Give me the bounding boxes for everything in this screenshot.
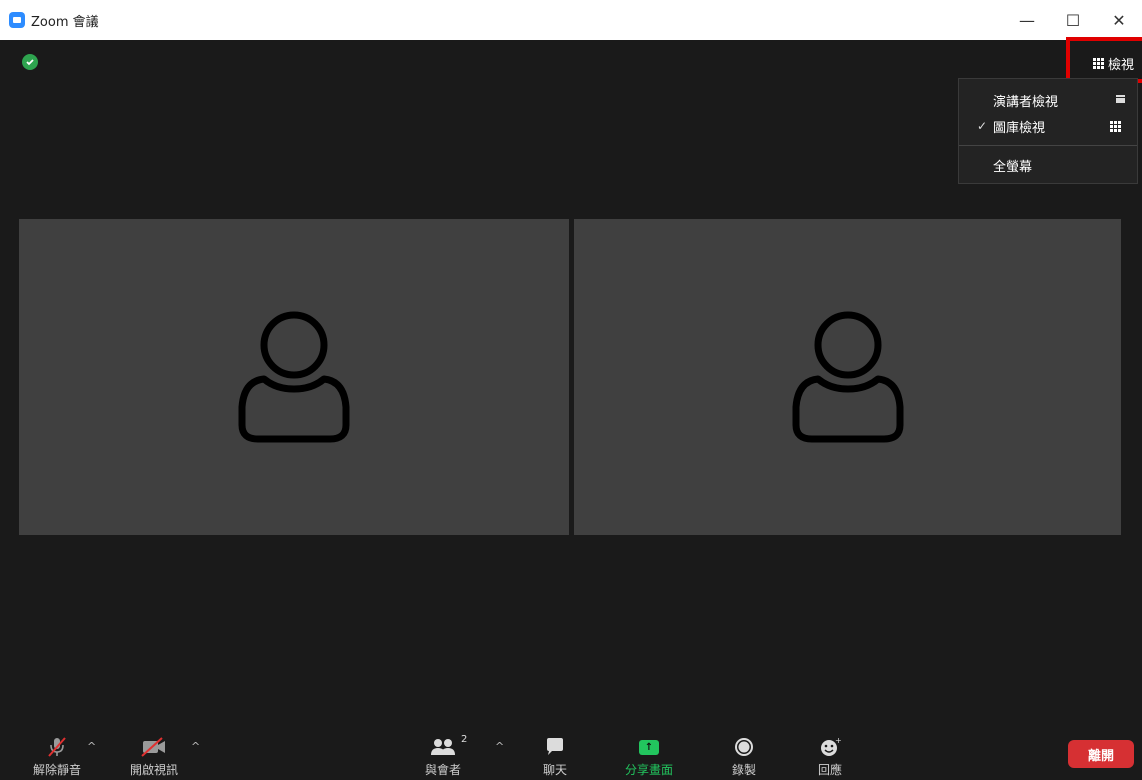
video-off-icon xyxy=(140,736,168,758)
share-screen-label: 分享畫面 xyxy=(624,763,673,777)
menu-item-fullscreen[interactable]: 全螢幕 xyxy=(959,152,1137,178)
unmute-label: 解除靜音 xyxy=(32,763,81,777)
record-label: 錄製 xyxy=(731,763,756,777)
leave-meeting-button[interactable]: 離開 xyxy=(1068,740,1134,768)
reactions-icon: + xyxy=(818,736,842,758)
participants-button[interactable]: 與會者 xyxy=(408,736,478,778)
muted-microphone-icon xyxy=(45,736,69,758)
participants-count: 2 xyxy=(461,734,468,745)
reactions-label: 回應 xyxy=(817,763,842,777)
highlight-annotation xyxy=(1066,37,1142,83)
zoom-app-icon xyxy=(9,12,25,28)
avatar-placeholder-icon xyxy=(238,311,350,443)
menu-divider xyxy=(959,145,1137,146)
checkmark-icon: ✓ xyxy=(977,119,988,133)
maximize-button[interactable]: ☐ xyxy=(1050,0,1096,40)
chat-button[interactable]: 聊天 xyxy=(520,736,590,778)
speaker-view-icon xyxy=(1116,95,1125,103)
minimize-button[interactable]: — xyxy=(1004,0,1050,40)
reactions-button[interactable]: + 回應 xyxy=(795,736,865,778)
chat-label: 聊天 xyxy=(542,763,567,777)
title-bar: Zoom 會議 — ☐ ✕ xyxy=(0,0,1142,40)
record-icon xyxy=(733,736,755,758)
window-title: Zoom 會議 xyxy=(31,14,99,30)
unmute-button[interactable]: 解除靜音 xyxy=(22,736,92,778)
menu-item-speaker-view[interactable]: 演講者檢視 xyxy=(959,87,1137,113)
record-button[interactable]: 錄製 xyxy=(709,736,779,778)
start-video-button[interactable]: 開啟視訊 xyxy=(119,736,189,778)
video-options-caret[interactable]: ^ xyxy=(191,740,200,753)
participant-tile[interactable] xyxy=(574,219,1121,535)
security-shield-icon[interactable] xyxy=(22,54,38,70)
chat-icon xyxy=(543,736,567,758)
zoom-window: Zoom 會議 — ☐ ✕ 檢視 演講者檢視 ✓ 圖庫檢視 全螢幕 解除靜音 ^… xyxy=(0,0,1142,780)
audio-options-caret[interactable]: ^ xyxy=(87,740,96,753)
view-menu: 演講者檢視 ✓ 圖庫檢視 全螢幕 xyxy=(958,78,1138,184)
gallery-view-icon xyxy=(1110,121,1121,132)
menu-item-label: 全螢幕 xyxy=(993,159,1033,175)
participant-tile[interactable] xyxy=(19,219,569,535)
menu-item-label: 演講者檢視 xyxy=(993,94,1059,110)
menu-item-label: 圖庫檢視 xyxy=(993,120,1046,136)
share-screen-button[interactable]: ↑ 分享畫面 xyxy=(614,736,684,778)
window-controls: — ☐ ✕ xyxy=(1004,0,1142,40)
start-video-label: 開啟視訊 xyxy=(129,763,178,777)
participants-icon xyxy=(429,736,457,758)
participants-options-caret[interactable]: ^ xyxy=(495,740,504,753)
close-button[interactable]: ✕ xyxy=(1096,0,1142,40)
share-screen-icon: ↑ xyxy=(639,739,659,755)
participants-label: 與會者 xyxy=(424,763,461,777)
avatar-placeholder-icon xyxy=(792,311,903,443)
svg-text:+: + xyxy=(835,736,842,745)
menu-item-gallery-view[interactable]: ✓ 圖庫檢視 xyxy=(959,113,1137,139)
